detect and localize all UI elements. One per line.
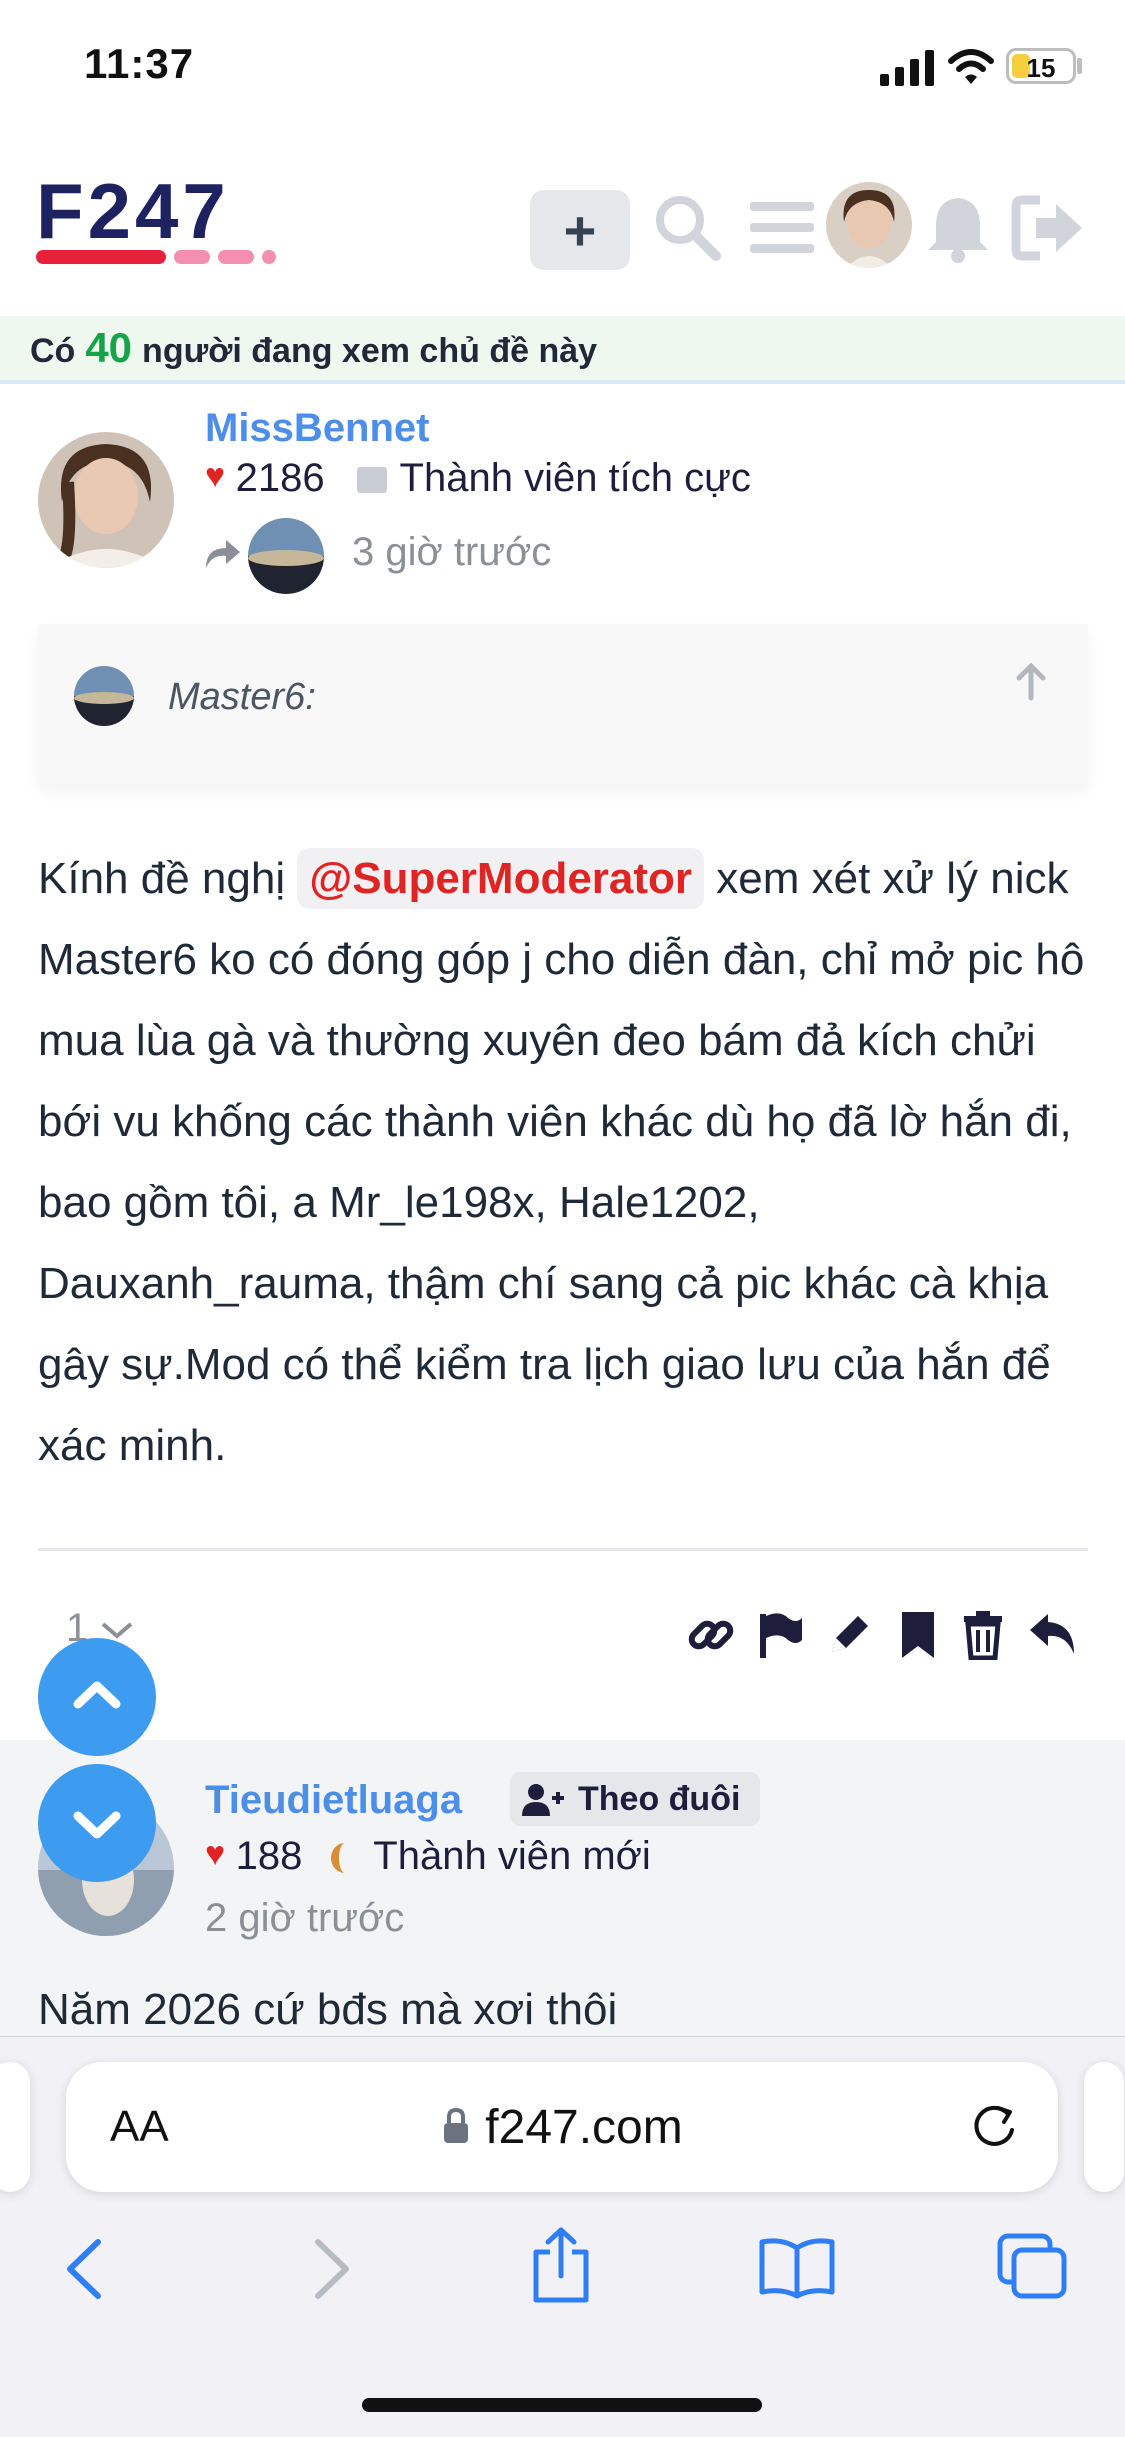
post-2-body: Năm 2026 cứ bđs mà xơi thôi <box>38 1985 618 2034</box>
quote-author-avatar <box>74 666 134 726</box>
f247-logo[interactable]: F247 <box>36 180 336 290</box>
battery-cap <box>1077 58 1082 74</box>
share-icon[interactable] <box>528 2226 594 2306</box>
post-author-username[interactable]: MissBennet <box>205 406 430 451</box>
user-plus-icon <box>522 1784 564 1816</box>
chevron-down-icon <box>73 1811 121 1839</box>
menu-icon[interactable] <box>744 190 820 266</box>
scroll-down-button[interactable] <box>38 1764 156 1882</box>
new-topic-button[interactable]: + <box>530 190 630 270</box>
plus-icon: + <box>563 199 597 262</box>
search-icon[interactable] <box>650 190 726 266</box>
post-2-author-username[interactable]: Tieudietluaga <box>205 1778 462 1823</box>
logout-icon[interactable] <box>1010 190 1086 266</box>
flag-icon[interactable] <box>756 1610 806 1660</box>
pencil-icon[interactable] <box>824 1610 874 1660</box>
post-author-stats: ♥ 2186 Thành viên tích cực <box>205 456 751 501</box>
url-text: f247.com <box>485 2101 683 2154</box>
reply-to-avatar[interactable] <box>248 518 324 594</box>
likes-count: 188 <box>235 1834 303 1878</box>
quote-author: Master6: <box>168 676 316 718</box>
reload-icon[interactable] <box>968 2100 1020 2152</box>
viewers-count: 40 <box>85 324 133 371</box>
bookmark-icon[interactable] <box>896 1610 940 1660</box>
status-time: 11:37 <box>84 40 195 87</box>
battery-icon: 15 <box>1006 48 1076 84</box>
rank-label: Thành viên tích cực <box>399 456 751 500</box>
viewers-prefix: Có <box>30 332 76 370</box>
post-2-author-stats: ♥ 188 Thành viên mới <box>205 1834 651 1879</box>
bookmarks-icon[interactable] <box>758 2236 836 2300</box>
follow-label: Theo đuôi <box>578 1780 741 1818</box>
post-body-after: xem xét xử lý nick Master6 ko có đóng gó… <box>38 854 1085 1470</box>
post-time[interactable]: 3 giờ trước <box>352 530 551 575</box>
scroll-up-button[interactable] <box>38 1638 156 1756</box>
battery-level: 15 <box>1026 53 1056 83</box>
mention-link[interactable]: @SuperModerator <box>297 848 705 909</box>
heart-icon: ♥ <box>205 1835 226 1873</box>
arrow-up-icon[interactable] <box>1014 662 1048 702</box>
link-icon[interactable] <box>686 1610 736 1660</box>
badge-icon <box>357 467 388 493</box>
wifi-icon <box>948 49 994 84</box>
quote-block[interactable]: Master6: <box>38 624 1088 784</box>
likes-count: 2186 <box>235 456 325 500</box>
url-display[interactable]: f247.com <box>66 2100 1058 2155</box>
heart-icon: ♥ <box>205 457 226 495</box>
reply-to-icon <box>206 540 240 568</box>
tabs-icon[interactable] <box>996 2232 1068 2302</box>
address-bar[interactable]: AA f247.com <box>66 2062 1058 2192</box>
trash-icon[interactable] <box>960 1610 1006 1660</box>
post-2-time[interactable]: 2 giờ trước <box>205 1896 404 1941</box>
home-indicator <box>362 2398 762 2412</box>
sprout-icon <box>330 1843 359 1873</box>
rank-label: Thành viên mới <box>373 1834 651 1878</box>
bell-icon[interactable] <box>920 190 996 266</box>
next-tab-preview[interactable] <box>1084 2062 1124 2192</box>
post-divider <box>38 1548 1088 1551</box>
reply-icon[interactable] <box>1026 1610 1078 1660</box>
previous-tab-preview[interactable] <box>0 2062 30 2192</box>
signal-icon <box>880 50 934 86</box>
viewers-suffix: người đang xem chủ đề này <box>142 332 598 370</box>
lock-icon <box>444 2107 469 2143</box>
post-author-avatar[interactable] <box>38 432 174 568</box>
post-body-before: Kính đề nghị <box>38 854 298 903</box>
viewers-banner: Có 40 người đang xem chủ đề này <box>0 316 1125 384</box>
forward-icon[interactable] <box>308 2238 354 2300</box>
follow-button[interactable]: Theo đuôi <box>510 1772 760 1826</box>
user-avatar[interactable] <box>826 182 912 268</box>
back-icon[interactable] <box>62 2238 108 2300</box>
chevron-up-icon <box>73 1681 121 1709</box>
post-body: Kính đề nghị @SuperModerator xem xét xử … <box>38 838 1098 1486</box>
